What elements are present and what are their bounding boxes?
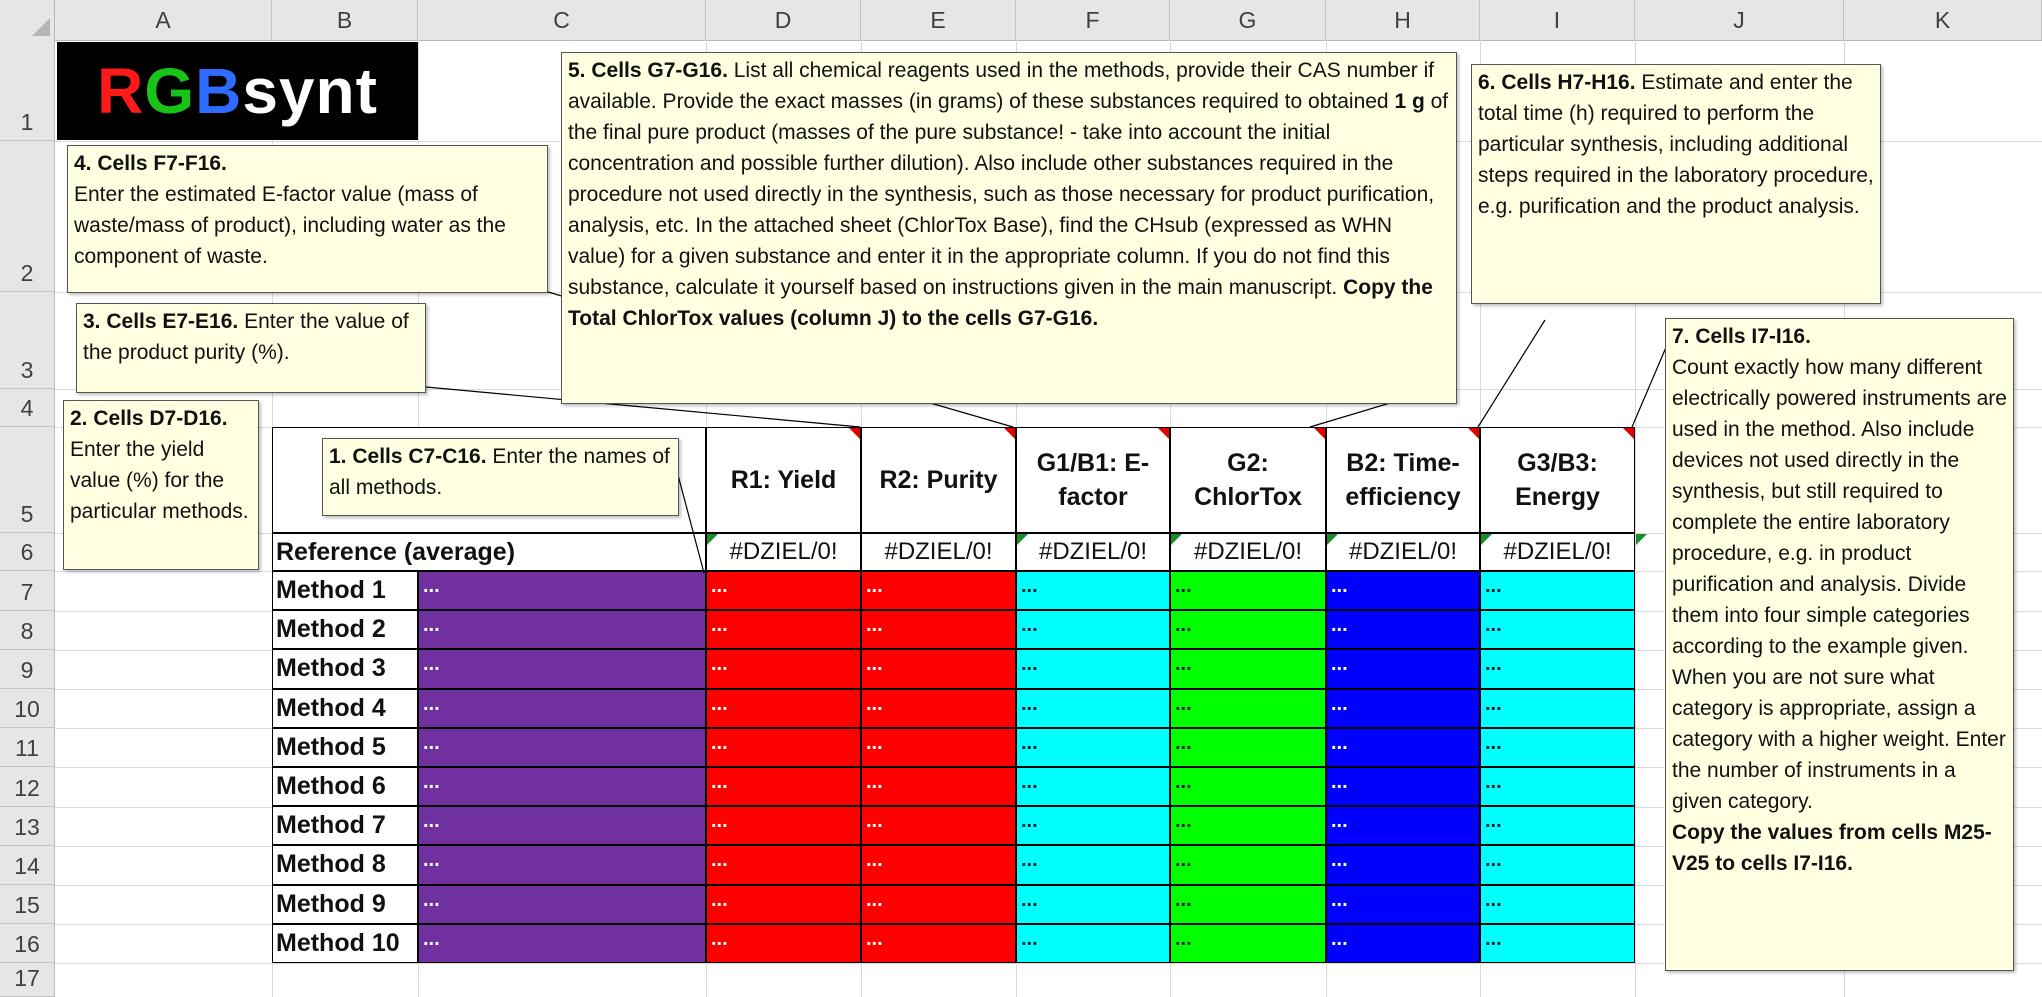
comment-cells-i7-i16[interactable]: 7. Cells I7-I16. Count exactly how many d… — [1665, 318, 2014, 971]
comment-cells-d7-d16[interactable]: 2. Cells D7-D16. Enter the yield value (… — [63, 400, 259, 570]
connector-c1 — [677, 474, 705, 574]
connector-c7 — [1631, 344, 1668, 428]
comment-cells-c7-c16[interactable]: 1. Cells C7-C16. Enter the names of all … — [322, 438, 679, 516]
connector-c6 — [1477, 319, 1546, 428]
comment-cells-g7-g16[interactable]: 5. Cells G7-G16. List all chemical reage… — [561, 52, 1457, 404]
comment-cells-h7-h16[interactable]: 6. Cells H7-H16. Estimate and enter the … — [1471, 64, 1881, 304]
connector-c5 — [1309, 399, 1401, 428]
comment-cells-e7-e16[interactable]: 3. Cells E7-E16. Enter the value of the … — [76, 303, 426, 393]
comment-cells-f7-f16[interactable]: 4. Cells F7-F16. Enter the estimated E-fa… — [67, 145, 548, 293]
